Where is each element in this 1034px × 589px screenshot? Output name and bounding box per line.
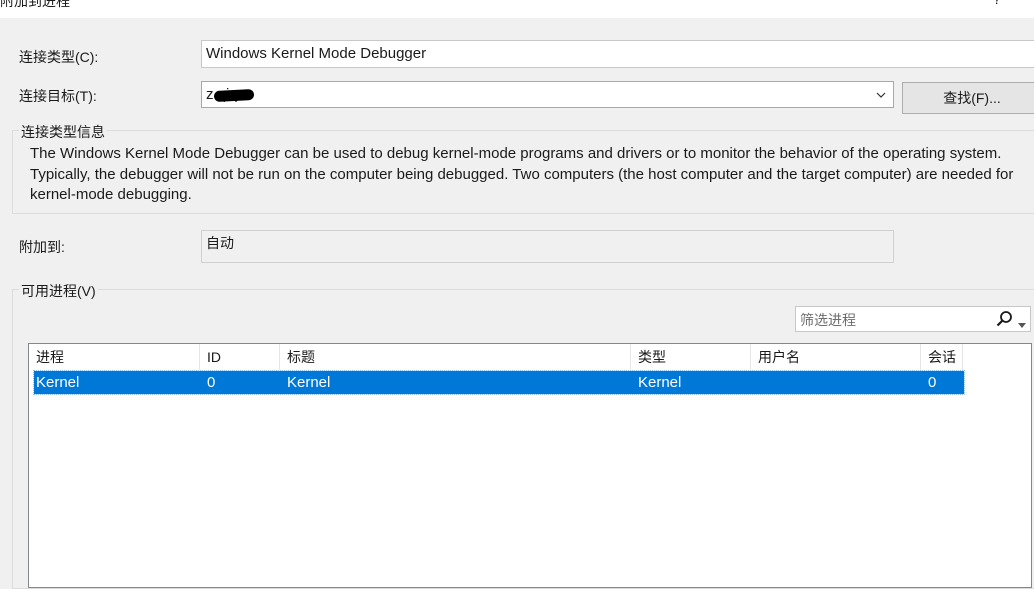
filter-processes-input[interactable] [796, 307, 992, 333]
window-title: 附加到进程 [0, 0, 70, 9]
cell-id: 0 [207, 374, 216, 391]
attach-to-field[interactable]: 自动 [201, 230, 894, 263]
cell-title: Kernel [287, 374, 331, 391]
redaction-mark [213, 88, 255, 103]
column-header-username[interactable]: 用户名 [751, 344, 921, 370]
column-header-id[interactable]: ID [200, 344, 280, 370]
column-header-type[interactable]: 类型 [631, 344, 751, 370]
processes-title: 可用进程(V) [19, 281, 98, 301]
table-row[interactable]: Kernel 0 Kernel Kernel 0 [33, 370, 965, 395]
process-list[interactable]: 进程 ID 标题 类型 用户名 会话 Kernel 0 Kernel Kerne… [28, 343, 1032, 588]
filter-processes-box[interactable] [795, 306, 1031, 333]
help-button[interactable]: ? [993, 0, 1001, 7]
attach-to-label: 附加到: [19, 239, 65, 255]
caret-down-icon[interactable] [1018, 316, 1026, 332]
connection-info-text: The Windows Kernel Mode Debugger can be … [30, 145, 1014, 203]
title-bar: 附加到进程 ? [0, 0, 1034, 18]
connection-target-combo[interactable]: z qi-pc [201, 81, 894, 108]
search-icon[interactable] [995, 310, 1013, 331]
cell-type: Kernel [638, 374, 682, 391]
connection-info-title: 连接类型信息 [19, 122, 107, 142]
find-button[interactable]: 查找(F)... [902, 82, 1034, 114]
connection-type-label: 连接类型(C): [19, 49, 99, 65]
cell-session: 0 [928, 374, 937, 391]
column-header-title[interactable]: 标题 [280, 344, 631, 370]
cell-process: Kernel [36, 374, 80, 391]
column-header-session[interactable]: 会话 [921, 344, 963, 370]
column-header-process[interactable]: 进程 [29, 344, 200, 370]
connection-type-field[interactable]: Windows Kernel Mode Debugger [201, 40, 1034, 68]
chevron-down-icon[interactable] [873, 82, 889, 107]
connection-target-label: 连接目标(T): [19, 88, 97, 104]
